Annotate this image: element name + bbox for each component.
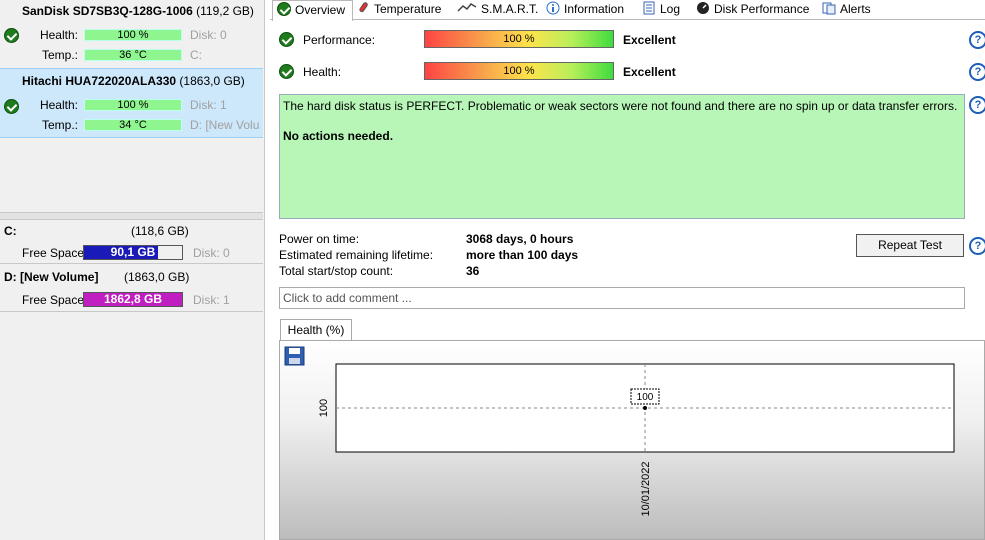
- tab-temperature[interactable]: Temperature: [356, 0, 441, 19]
- thermometer-icon: [359, 2, 368, 13]
- disk-id: Disk: 0: [190, 28, 227, 42]
- health-bar: 100 %: [84, 29, 182, 41]
- check-icon: [277, 2, 291, 16]
- drive-letter: C:: [190, 48, 202, 62]
- disk-id: Disk: 0: [193, 246, 230, 260]
- help-icon[interactable]: ?: [969, 63, 985, 81]
- lifetime-label: Estimated remaining lifetime:: [279, 248, 434, 262]
- volume-name: D: [New Volume]: [4, 270, 99, 284]
- disk-id: Disk: 1: [193, 293, 230, 307]
- free-space-label: Free Space: [22, 293, 85, 307]
- free-space-bar: 90,1 GB: [83, 245, 183, 260]
- performance-rating: Excellent: [623, 33, 676, 47]
- help-icon[interactable]: ?: [969, 96, 985, 114]
- help-icon[interactable]: ?: [969, 237, 985, 255]
- free-space-bar: 1862,8 GB: [83, 292, 183, 307]
- status-message-box: The hard disk status is PERFECT. Problem…: [279, 94, 965, 219]
- tab-log[interactable]: Log: [642, 0, 680, 19]
- performance-check-icon: [279, 32, 294, 47]
- temp-bar: 34 °C: [84, 119, 182, 131]
- health-label: Health:: [303, 65, 342, 79]
- health-bar: 100 %: [424, 62, 614, 80]
- power-on-label: Power on time:: [279, 232, 360, 246]
- startstop-value: 36: [466, 264, 480, 278]
- info-icon: [546, 1, 560, 15]
- drive-letter: D: [New Volu: [190, 118, 260, 132]
- health-rating: Excellent: [623, 65, 676, 79]
- data-point: [643, 406, 647, 410]
- tab-information[interactable]: Information: [546, 0, 624, 19]
- volume-size: (1863,0 GB): [124, 270, 190, 284]
- tab-overview[interactable]: Overview: [272, 0, 353, 21]
- status-action: No actions needed.: [283, 129, 394, 143]
- disk-list-panel: SanDisk SD7SB3Q-128G-1006 (119,2 GB) Hea…: [0, 0, 265, 540]
- temp-label: Temp.:: [41, 118, 78, 132]
- health-label: Health:: [39, 28, 78, 42]
- tab-smart[interactable]: S.M.A.R.T.: [457, 0, 538, 19]
- status-text: The hard disk status is PERFECT. Problem…: [283, 99, 958, 113]
- repeat-test-button[interactable]: Repeat Test: [856, 234, 964, 257]
- health-bar: 100 %: [84, 99, 182, 111]
- performance-label: Performance:: [303, 33, 376, 47]
- volume-size: (118,6 GB): [131, 224, 189, 238]
- gauge-icon: [697, 2, 709, 14]
- volume-item-1[interactable]: D: [New Volume] (1863,0 GB) Free Space 1…: [0, 265, 263, 312]
- temp-label: Temp.:: [41, 48, 78, 62]
- performance-bar: 100 %: [424, 30, 614, 48]
- disk-item-1[interactable]: Hitachi HUA722020ALA330 (1863,0 GB) Heal…: [0, 68, 263, 138]
- data-label: 100: [637, 392, 654, 403]
- free-space-value: 90,1 GB: [110, 245, 156, 259]
- health-chart: 100 100 10/01/2022: [318, 363, 955, 517]
- tab-health-chart[interactable]: Health (%): [280, 319, 352, 342]
- health-check-icon: [279, 64, 294, 79]
- tab-alerts[interactable]: Alerts: [822, 0, 871, 19]
- y-tick-label: 100: [318, 399, 330, 417]
- temp-bar: 36 °C: [84, 49, 182, 61]
- disk-item-0[interactable]: SanDisk SD7SB3Q-128G-1006 (119,2 GB) Hea…: [0, 0, 263, 66]
- volume-item-0[interactable]: C: (118,6 GB) Free Space 90,1 GB Disk: 0: [0, 219, 263, 264]
- volume-name: C:: [4, 224, 17, 238]
- health-label: Health:: [39, 98, 78, 112]
- smart-icon: [457, 3, 477, 12]
- lifetime-value: more than 100 days: [466, 248, 579, 262]
- free-space-label: Free Space: [22, 246, 85, 260]
- power-on-value: 3068 days, 0 hours: [466, 232, 574, 246]
- x-tick-label: 10/01/2022: [640, 461, 652, 516]
- log-icon: [643, 1, 655, 15]
- startstop-label: Total start/stop count:: [279, 264, 394, 278]
- tab-bar: Overview Temperature S.M.A.R.T. Informat…: [270, 0, 985, 21]
- tab-disk-performance[interactable]: Disk Performance: [696, 0, 809, 19]
- disk-title: SanDisk SD7SB3Q-128G-1006 (119,2 GB): [22, 4, 254, 18]
- disk-id: Disk: 1: [190, 98, 227, 112]
- help-icon[interactable]: ?: [969, 31, 985, 49]
- disk-title: Hitachi HUA722020ALA330 (1863,0 GB): [22, 74, 245, 88]
- comment-input[interactable]: Click to add comment ...: [279, 287, 965, 309]
- free-space-value: 1862,8 GB: [103, 292, 163, 306]
- alerts-icon: [822, 2, 836, 15]
